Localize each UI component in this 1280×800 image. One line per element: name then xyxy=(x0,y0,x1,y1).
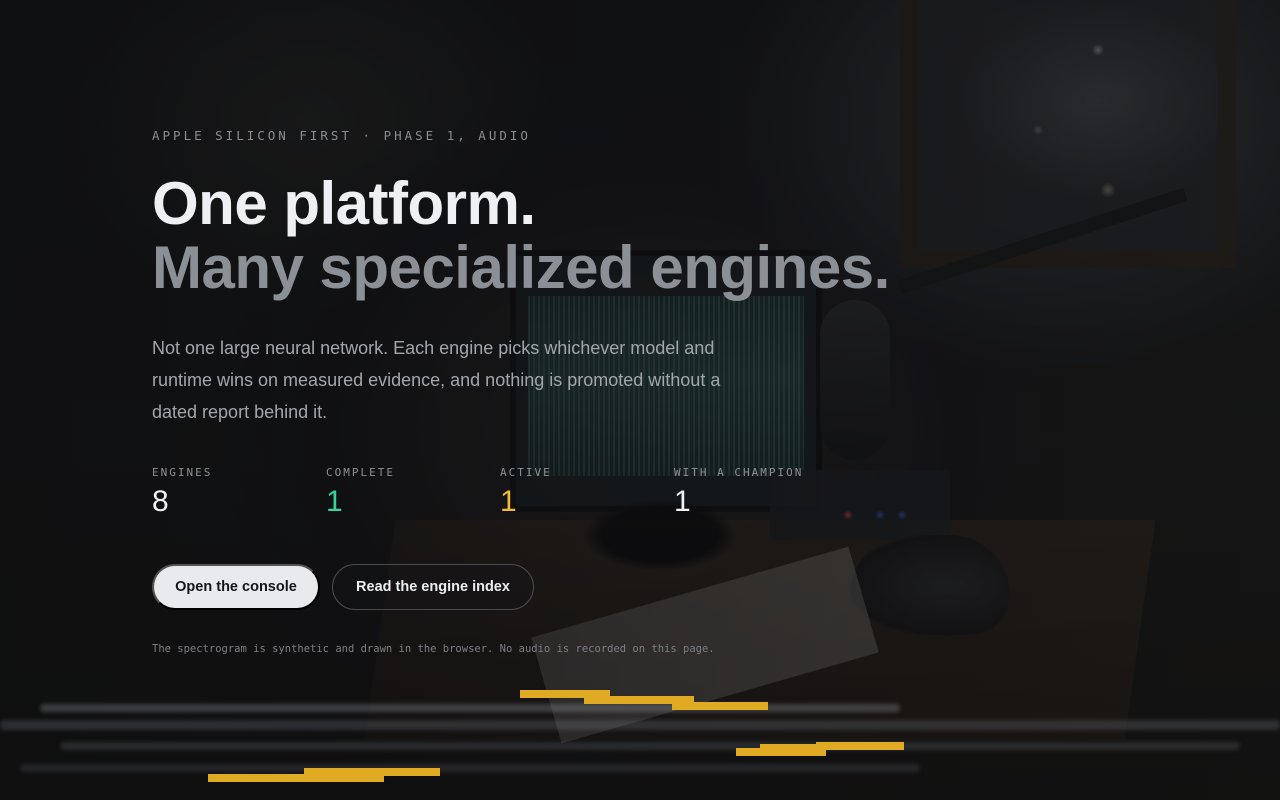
stat-label: WITH A CHAMPION xyxy=(674,466,804,479)
hero-eyebrow: APPLE SILICON FIRST · PHASE 1, AUDIO xyxy=(152,128,531,143)
stat-engines: ENGINES 8 xyxy=(152,466,326,519)
stat-label: ENGINES xyxy=(152,466,213,479)
stat-value: 8 xyxy=(152,485,169,518)
hero-actions: Open the console Read the engine index xyxy=(152,564,534,610)
stat-label: COMPLETE xyxy=(326,466,395,479)
engine-stats: ENGINES 8 COMPLETE 1 ACTIVE 1 WITH A CHA… xyxy=(152,466,848,519)
stat-label: ACTIVE xyxy=(500,466,552,479)
read-engine-index-button[interactable]: Read the engine index xyxy=(332,564,534,610)
hero-description: Not one large neural network. Each engin… xyxy=(152,338,721,422)
landing-page: APPLE SILICON FIRST · PHASE 1, AUDIO One… xyxy=(0,0,1280,800)
stat-with-champion: WITH A CHAMPION 1 xyxy=(674,466,848,519)
headline-line-1: One platform. xyxy=(152,170,536,237)
stat-value: 1 xyxy=(674,485,691,518)
hero-headline: One platform. Many specialized engines. xyxy=(152,172,890,300)
headline-line-2: Many specialized engines. xyxy=(152,234,890,301)
stat-value: 1 xyxy=(500,485,517,518)
stat-active: ACTIVE 1 xyxy=(500,466,674,519)
stat-value: 1 xyxy=(326,485,343,518)
spectrogram-footnote: The spectrogram is synthetic and drawn i… xyxy=(152,643,715,655)
open-console-button[interactable]: Open the console xyxy=(152,564,320,610)
stat-complete: COMPLETE 1 xyxy=(326,466,500,519)
